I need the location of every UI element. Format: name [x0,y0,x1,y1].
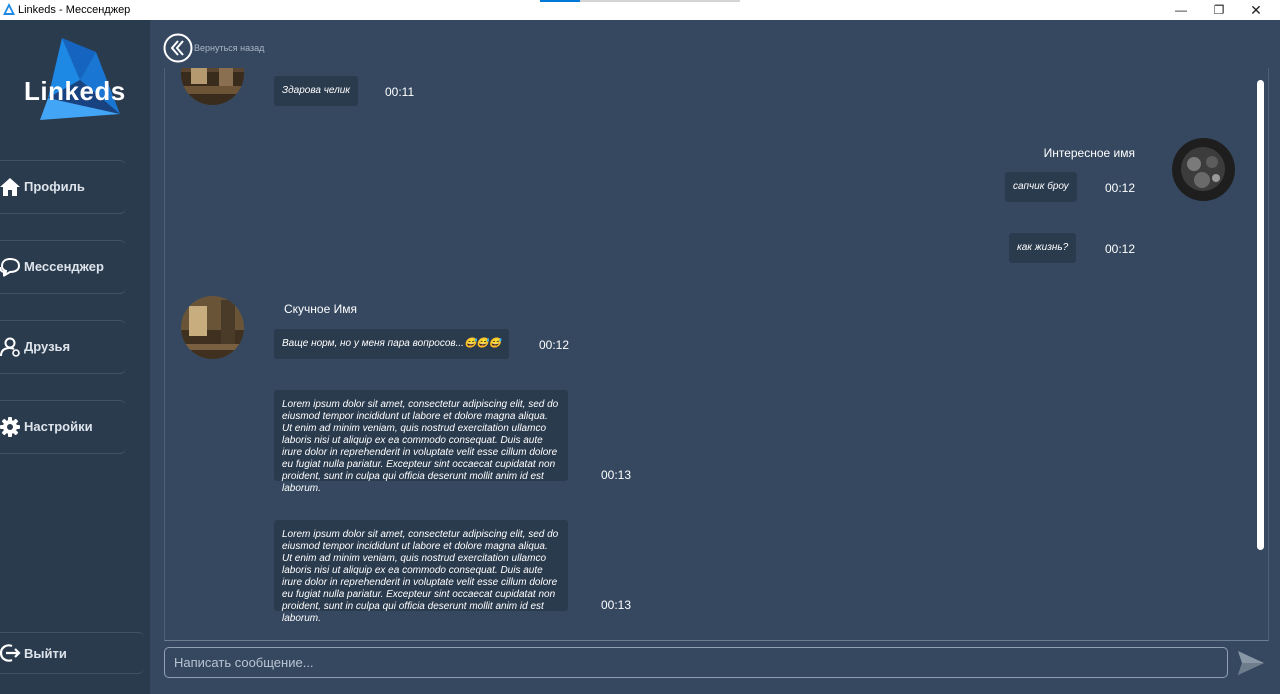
back-icon[interactable] [163,33,193,63]
sender-name: Интересное имя [1043,146,1135,160]
message-bubble: Lorem ipsum dolor sit amet, consectetur … [274,520,568,624]
title-progress-line [540,0,740,2]
message-time: 00:12 [539,338,570,352]
chat-scrollbar-thumb[interactable] [1257,80,1264,550]
logo-text: Linkeds [24,76,126,106]
minimize-button[interactable]: — [1163,0,1199,20]
nav-item-messenger[interactable]: Мессенджер [0,240,126,294]
logout-icon [0,644,21,662]
sidebar: Linkeds Профиль Мессенджер Друзья Настро… [0,20,150,694]
nav-label: Настройки [24,419,93,434]
nav-item-profile[interactable]: Профиль [0,160,126,214]
nav-label: Профиль [24,179,85,194]
gear-icon [0,417,20,437]
nav-label: Друзья [24,339,71,354]
message-time: 00:12 [1105,242,1136,256]
window-titlebar: Linkeds - Мессенджер — ❐ ✕ [0,0,1280,20]
message-bubble: сапчик броу [1005,172,1077,202]
send-icon[interactable] [1237,650,1265,676]
user-icon [0,337,20,357]
message-bubble: Lorem ipsum dolor sit amet, consectetur … [274,390,568,494]
avatar [181,68,244,105]
message-bubble: Здарова челик [274,76,359,106]
nav-label: Мессенджер [24,259,104,274]
logout-button[interactable]: Выйти [0,632,144,674]
message-time: 00:11 [385,85,415,99]
window-title: Linkeds - Мессенджер [18,4,131,16]
avatar [181,296,244,359]
message-time: 00:12 [1105,181,1136,195]
chat-messages-area: Здарова челик 00:11 Интересное имя сапчи… [164,68,1269,641]
back-label[interactable]: Вернуться назад [194,43,264,53]
message-input[interactable] [164,647,1228,678]
maximize-button[interactable]: ❐ [1201,0,1237,20]
message-bubble: как жизнь? [1009,233,1077,263]
avatar [1172,138,1235,201]
nav-item-settings[interactable]: Настройки [0,400,126,454]
message-bubble: Ваще норм, но у меня пара вопросов...😅😅😅 [274,329,510,359]
close-button[interactable]: ✕ [1238,0,1274,20]
nav-item-friends[interactable]: Друзья [0,320,126,374]
nav-label: Выйти [24,646,67,661]
home-icon [0,178,20,196]
app-logo-icon [3,3,15,15]
message-time: 00:13 [601,468,632,482]
message-time: 00:13 [601,598,632,612]
chat-icon [0,257,21,277]
sender-name: Скучное Имя [284,302,357,316]
